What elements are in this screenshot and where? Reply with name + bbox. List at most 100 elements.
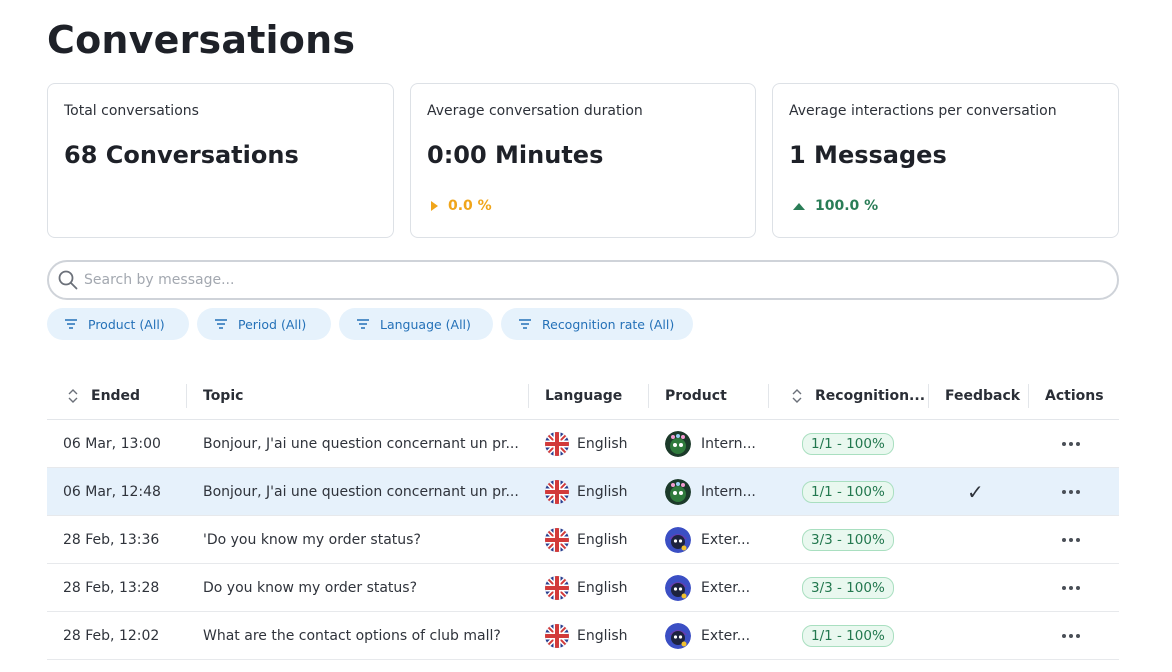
ended-text: 06 Mar, 12:48	[63, 484, 161, 500]
filter-language[interactable]: Language (All)	[339, 308, 493, 340]
search-bar[interactable]	[47, 260, 1119, 300]
column-header-language[interactable]: Language	[545, 372, 622, 420]
recognition-badge: 1/1 - 100%	[802, 433, 894, 455]
filter-label: Period (All)	[238, 316, 307, 332]
cell-ended: 28 Feb, 12:02	[63, 612, 159, 660]
cell-actions	[1062, 516, 1080, 564]
filter-label: Recognition rate (All)	[542, 316, 675, 332]
more-actions-icon[interactable]	[1062, 442, 1080, 446]
table-row[interactable]: 28 Feb, 13:36 'Do you know my order stat…	[47, 516, 1119, 564]
stat-label: Total conversations	[64, 103, 199, 119]
more-actions-icon[interactable]	[1062, 586, 1080, 590]
page-title: Conversations	[47, 18, 356, 62]
cell-feedback: ✓	[967, 468, 984, 516]
trend-value: 100.0 %	[815, 198, 879, 214]
cell-language: English	[545, 468, 628, 516]
topic-text: Bonjour, J'ai une question concernant un…	[203, 484, 519, 500]
recognition-badge: 1/1 - 100%	[802, 625, 894, 647]
filter-icon	[215, 319, 227, 329]
product-text: Intern...	[701, 484, 756, 500]
product-text: Exter...	[701, 580, 751, 596]
column-divider	[648, 384, 649, 408]
uk-flag-icon	[545, 528, 569, 552]
internal-bot-avatar-icon	[665, 431, 691, 457]
more-actions-icon[interactable]	[1062, 490, 1080, 494]
cell-topic: 'Do you know my order status?	[203, 516, 523, 564]
trend-indicator: 100.0 %	[793, 198, 878, 214]
ended-text: 06 Mar, 13:00	[63, 436, 161, 452]
topic-text: Do you know my order status?	[203, 580, 418, 596]
column-divider	[1028, 384, 1029, 408]
cell-recognition: 3/3 - 100%	[802, 564, 894, 612]
cell-recognition: 3/3 - 100%	[802, 516, 894, 564]
column-divider	[768, 384, 769, 408]
filter-recognition-rate[interactable]: Recognition rate (All)	[501, 308, 693, 340]
cell-actions	[1062, 420, 1080, 468]
filter-icon	[65, 319, 77, 329]
ended-text: 28 Feb, 13:36	[63, 532, 160, 548]
column-label: Recognition...	[815, 388, 926, 404]
external-bot-avatar-icon	[665, 623, 691, 649]
feedback-check-icon: ✓	[967, 480, 984, 504]
cell-ended: 06 Mar, 12:48	[63, 468, 161, 516]
more-actions-icon[interactable]	[1062, 538, 1080, 542]
column-label: Actions	[1045, 388, 1104, 404]
cell-product: Intern...	[665, 420, 756, 468]
column-header-ended[interactable]: Ended	[67, 372, 140, 420]
product-text: Exter...	[701, 628, 751, 644]
trend-up-icon	[793, 202, 805, 210]
cell-topic: Bonjour, J'ai une question concernant un…	[203, 420, 523, 468]
stat-value: 0:00 Minutes	[427, 141, 604, 169]
cell-actions	[1062, 468, 1080, 516]
trend-value: 0.0 %	[448, 198, 492, 214]
more-actions-icon[interactable]	[1062, 634, 1080, 638]
column-label: Feedback	[945, 388, 1021, 404]
stat-card-avg-interactions: Average interactions per conversation 1 …	[772, 83, 1119, 238]
product-text: Intern...	[701, 436, 756, 452]
cell-language: English	[545, 516, 628, 564]
table-row[interactable]: 06 Mar, 12:48 Bonjour, J'ai une question…	[47, 468, 1119, 516]
recognition-badge: 1/1 - 100%	[802, 481, 894, 503]
cell-topic: Bonjour, J'ai une question concernant un…	[203, 468, 523, 516]
filter-product[interactable]: Product (All)	[47, 308, 189, 340]
column-header-recognition[interactable]: Recognition...	[791, 372, 925, 420]
uk-flag-icon	[545, 480, 569, 504]
topic-text: 'Do you know my order status?	[203, 532, 421, 548]
column-header-feedback[interactable]: Feedback	[945, 372, 1020, 420]
cell-product: Exter...	[665, 516, 750, 564]
cell-ended: 28 Feb, 13:28	[63, 564, 159, 612]
stat-label: Average interactions per conversation	[789, 103, 1057, 119]
cell-topic: What are the contact options of club mal…	[203, 612, 523, 660]
table-row[interactable]: 28 Feb, 12:02 What are the contact optio…	[47, 612, 1119, 660]
filter-label: Product (All)	[88, 316, 165, 332]
language-text: English	[577, 532, 628, 548]
cell-actions	[1062, 612, 1080, 660]
conversations-table: Ended Topic Language Product Recognition…	[47, 372, 1119, 660]
filter-period[interactable]: Period (All)	[197, 308, 331, 340]
sort-icon	[792, 389, 802, 403]
cell-ended: 06 Mar, 13:00	[63, 420, 161, 468]
topic-text: What are the contact options of club mal…	[203, 628, 501, 644]
external-bot-avatar-icon	[665, 527, 691, 553]
language-text: English	[577, 580, 628, 596]
stat-value: 68 Conversations	[64, 141, 299, 169]
search-input[interactable]	[84, 272, 984, 288]
cell-ended: 28 Feb, 13:36	[63, 516, 159, 564]
uk-flag-icon	[545, 432, 569, 456]
search-icon	[58, 270, 78, 290]
recognition-badge: 3/3 - 100%	[802, 577, 894, 599]
ended-text: 28 Feb, 13:28	[63, 580, 160, 596]
stat-card-avg-duration: Average conversation duration 0:00 Minut…	[410, 83, 756, 238]
recognition-badge: 3/3 - 100%	[802, 529, 894, 551]
column-header-topic[interactable]: Topic	[203, 372, 243, 420]
table-header: Ended Topic Language Product Recognition…	[47, 372, 1119, 420]
table-row[interactable]: 28 Feb, 13:28 Do you know my order statu…	[47, 564, 1119, 612]
table-row[interactable]: 06 Mar, 13:00 Bonjour, J'ai une question…	[47, 420, 1119, 468]
column-label: Topic	[203, 388, 244, 404]
cell-product: Exter...	[665, 612, 750, 660]
column-header-product[interactable]: Product	[665, 372, 727, 420]
cell-recognition: 1/1 - 100%	[802, 468, 894, 516]
internal-bot-avatar-icon	[665, 479, 691, 505]
sort-icon	[68, 389, 78, 403]
cell-language: English	[545, 612, 628, 660]
